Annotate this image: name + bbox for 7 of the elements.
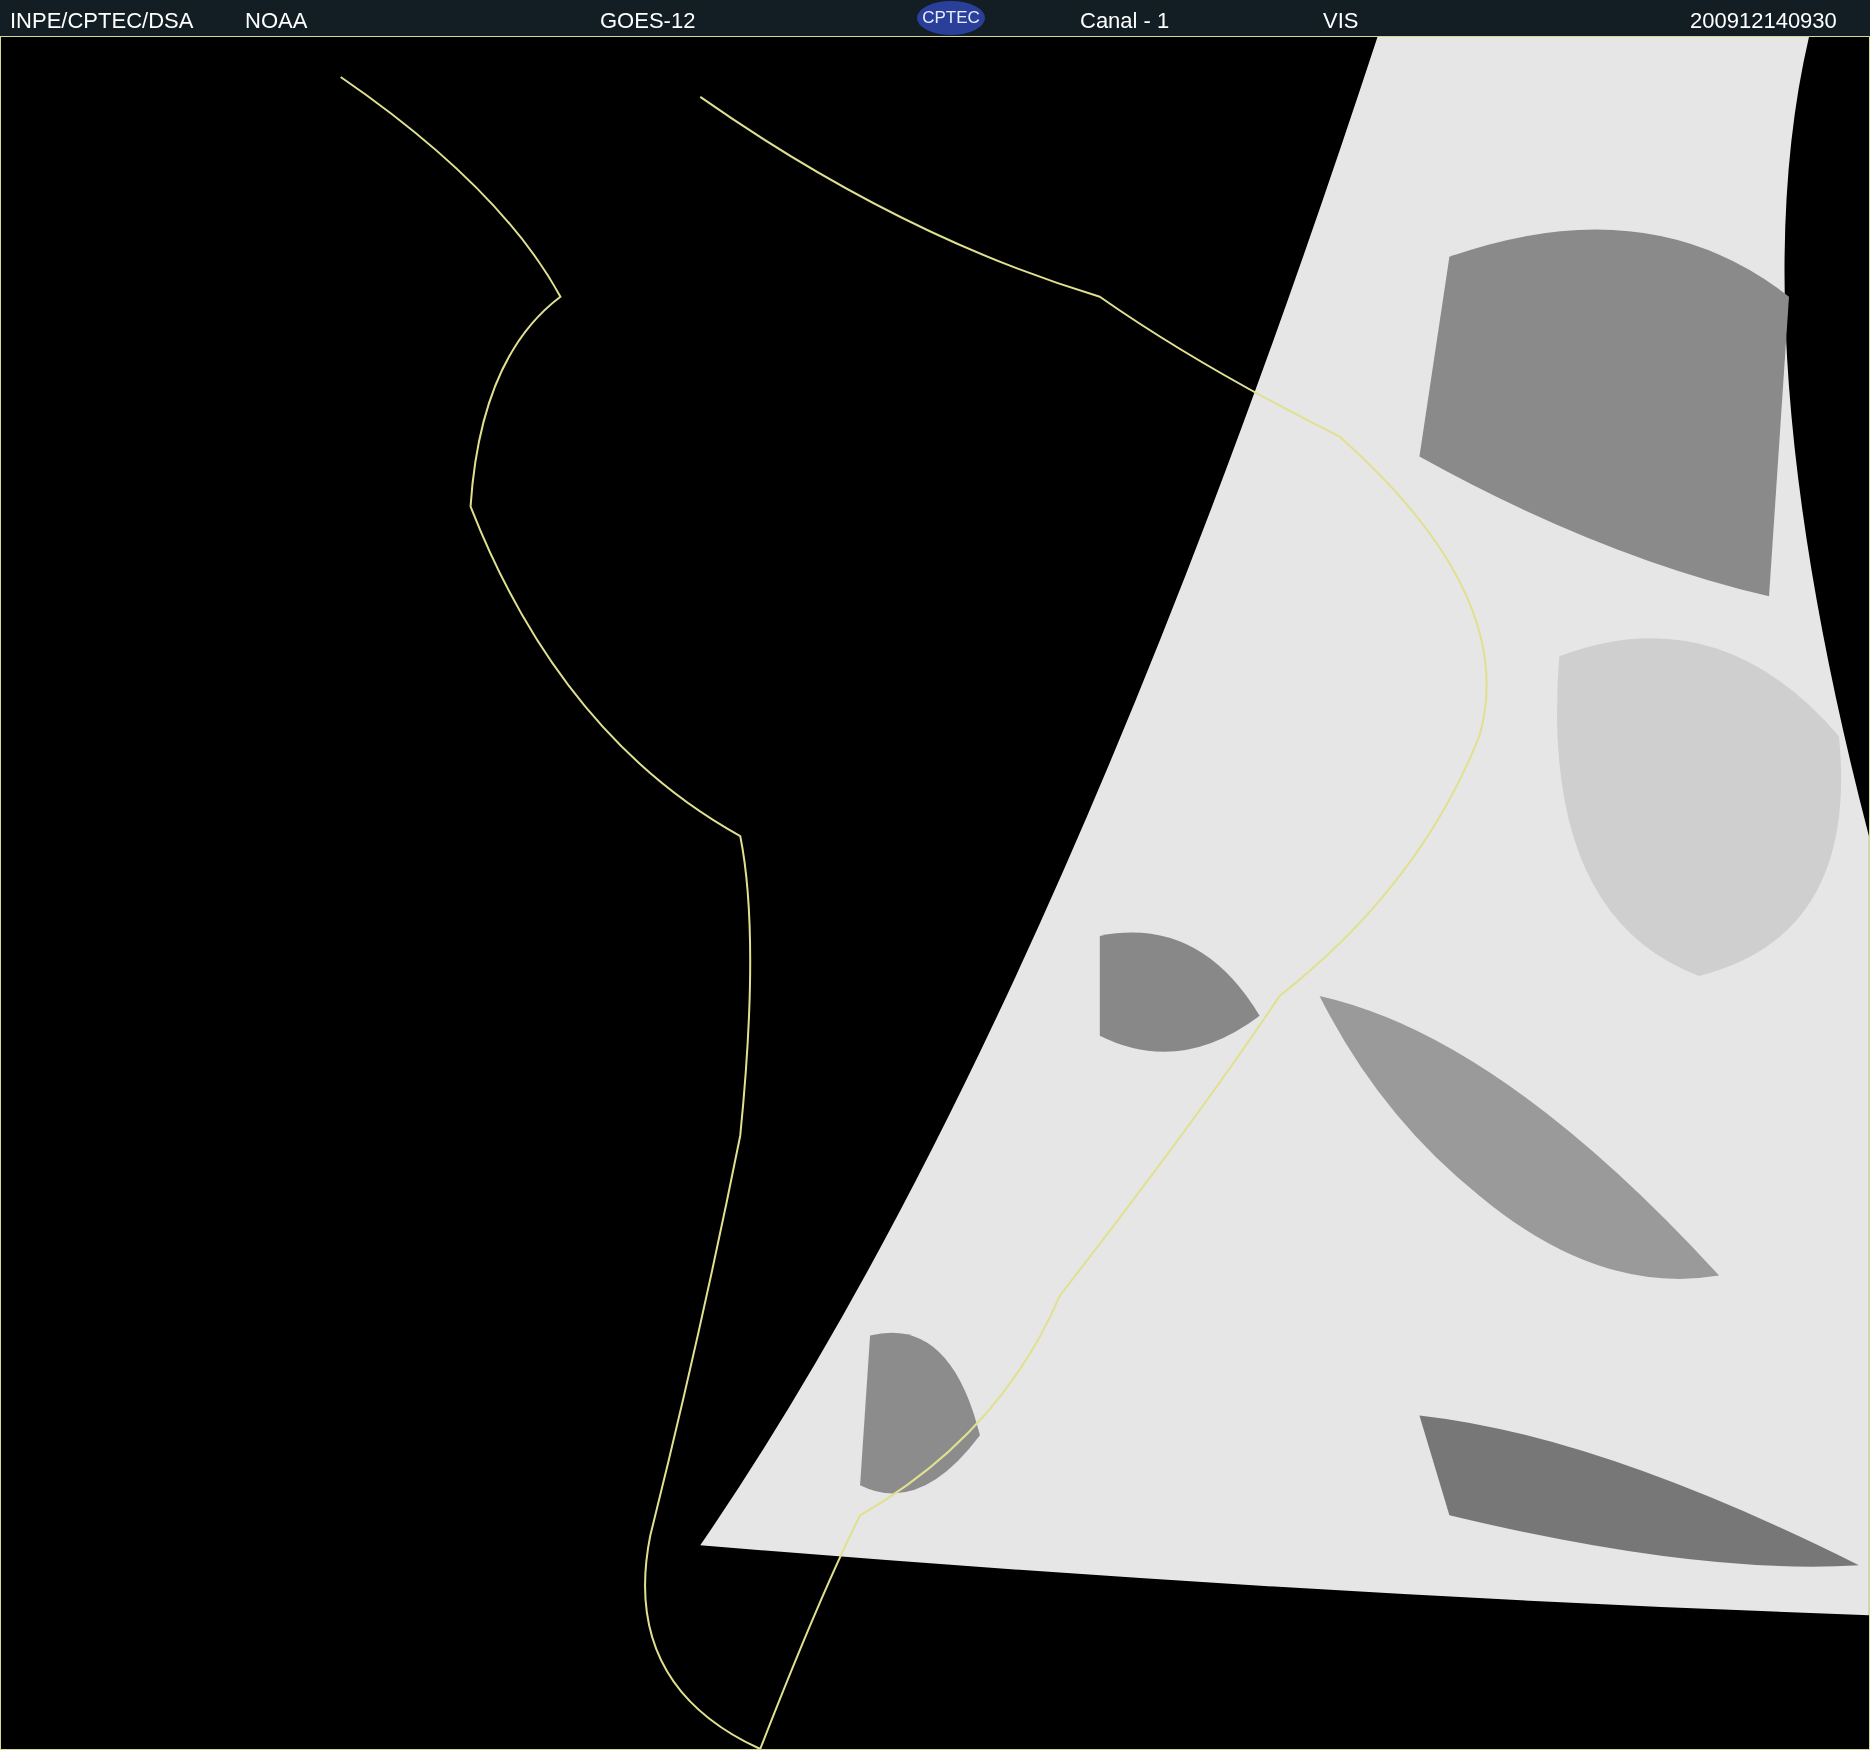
agency-label: INPE/CPTEC/DSA [10, 7, 194, 35]
satellite-label: GOES-12 [600, 7, 696, 35]
band-label: VIS [1323, 7, 1359, 35]
source-label: NOAA [245, 7, 308, 35]
channel-label: Canal - 1 [1080, 7, 1170, 35]
timestamp-label: 200912140930 [1690, 7, 1837, 35]
logo: CPTEC [917, 1, 985, 35]
